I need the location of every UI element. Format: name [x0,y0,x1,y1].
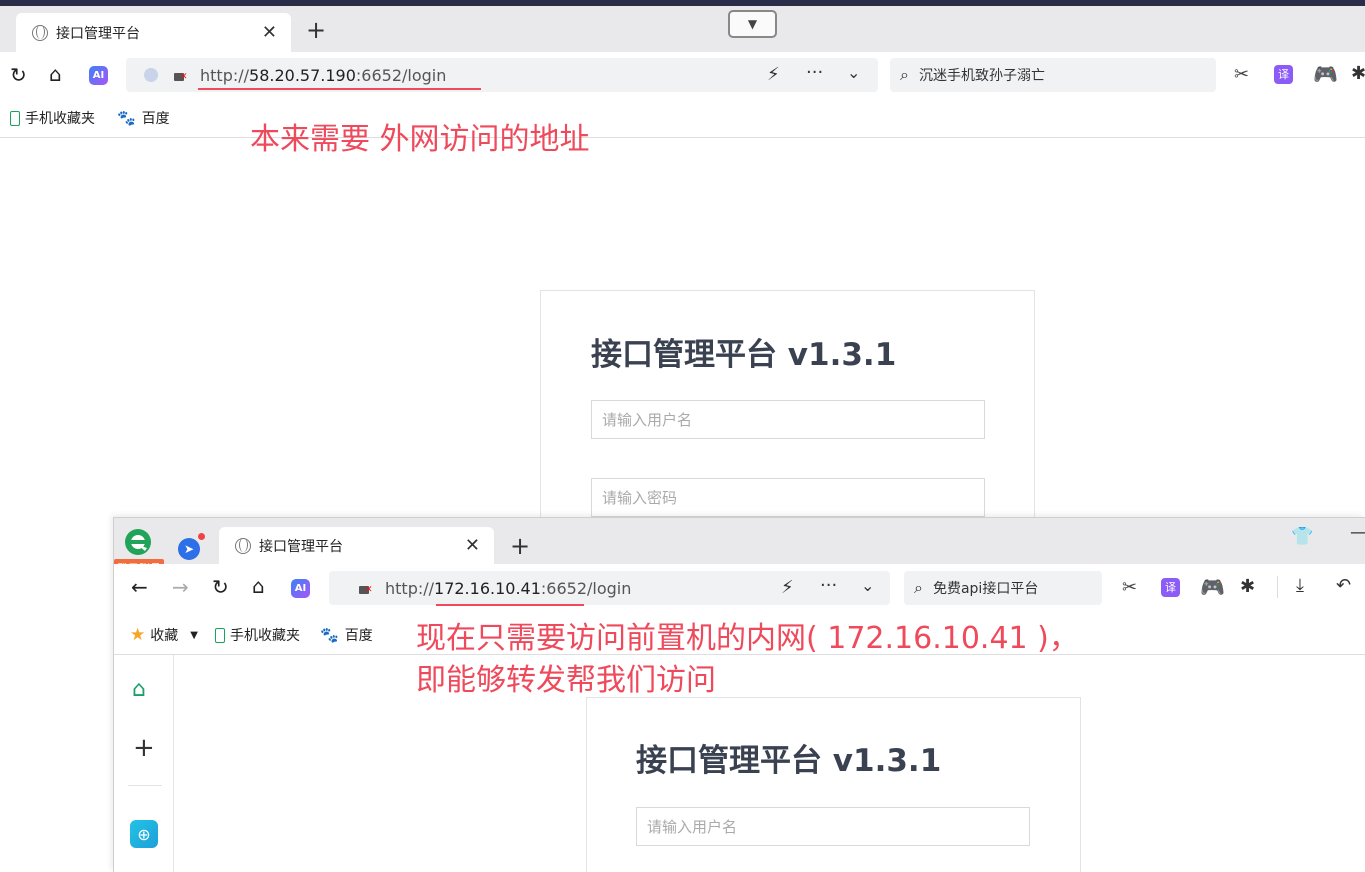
close-tab-icon[interactable]: ✕ [465,535,480,556]
chevron-down-icon[interactable]: ⌄ [861,576,874,595]
url-scheme: http:// [200,65,250,85]
bookmark-label: 百度 [344,628,373,644]
search-text: 免费api接口平台 [932,581,1039,597]
insecure-lock-icon [357,581,373,595]
front-browser-window: 登录账号 ➤ 接口管理平台 ✕ + 👕 — ← → ↻ ⌂ AI http://… [113,517,1365,872]
nav-row: ↻ ⌂ AI http://58.20.57.190:6652/login ⚡ … [0,52,1365,98]
scissors-icon[interactable]: ✂ [1122,579,1137,597]
translate-icon[interactable]: 译 [1274,65,1293,84]
baidu-paw-icon: 🐾 [320,626,339,644]
login-title: 接口管理平台 v1.3.1 [591,337,897,373]
sidebar-add-icon[interactable]: + [133,735,155,761]
globe-icon [235,537,251,554]
bookmark-label: 手机收藏夹 [230,628,300,644]
more-icon[interactable]: ··· [820,575,837,596]
url-underline [436,604,584,606]
more-icon[interactable]: ··· [806,62,823,83]
reload-icon[interactable]: ↻ [212,577,229,597]
navigate-extension-icon[interactable]: ➤ [178,538,200,560]
extensions-icon[interactable]: ✱ [1240,578,1255,596]
browser-logo-icon [122,526,156,558]
lightning-icon[interactable]: ⚡ [767,64,780,85]
notification-dot [198,533,205,540]
new-tab-button[interactable]: + [306,18,326,42]
caret-down-icon: ▼ [190,629,198,641]
phone-icon [215,627,225,643]
forward-icon[interactable]: → [172,577,189,597]
chevron-down-icon[interactable]: ⌄ [847,63,860,82]
phone-icon [10,110,20,126]
bookmark-baidu[interactable]: 🐾 百度 [320,625,373,645]
tab-title: 接口管理平台 [259,538,343,555]
url-rest: :6652/login [540,578,632,598]
annotation-intranet-line1: 现在只需要访问前置机的内网( 172.16.10.41 )， [416,621,1079,656]
bookmark-mobile[interactable]: 手机收藏夹 [215,625,300,645]
annotation-external: 本来需要 外网访问的地址 [250,122,590,157]
search-text: 沉迷手机致孙子溺亡 [918,68,1045,84]
extensions-icon[interactable]: ✱ [1351,65,1365,83]
address-bar[interactable]: http://58.20.57.190:6652/login ⚡ ··· ⌄ [126,58,878,92]
insecure-lock-icon [172,68,188,82]
translate-icon[interactable]: 译 [1161,578,1180,597]
bookmark-favorites[interactable]: ★ 收藏 ▼ [130,625,198,645]
star-icon: ★ [130,625,146,645]
username-input[interactable]: 请输入用户名 [591,400,985,439]
url-rest: :6652/login [355,65,447,85]
download-icon[interactable]: ⤓ [1296,577,1304,595]
back-icon[interactable]: ← [131,577,148,597]
sidebar-home-icon[interactable]: ⌂ [132,679,146,701]
sidebar: ⌂ + ⊕ [114,655,174,872]
search-icon: ⌕ [900,65,909,84]
toolbar-separator [1277,576,1278,598]
skin-icon[interactable]: 👕 [1291,526,1313,547]
reload-icon[interactable]: ↻ [10,65,27,85]
bookmark-mobile[interactable]: 手机收藏夹 [10,108,95,128]
password-input[interactable]: 请输入密码 [591,478,985,517]
username-input[interactable]: 请输入用户名 [636,807,1030,846]
home-icon[interactable]: ⌂ [252,576,265,596]
chevron-down-icon: ▼ [747,17,758,31]
bookmark-baidu[interactable]: 🐾 百度 [117,108,170,128]
annotation-intranet-line2: 即能够转发帮我们访问 [416,663,716,698]
bookmark-label: 收藏 [150,628,179,644]
baidu-paw-icon: 🐾 [117,109,136,127]
login-title: 接口管理平台 v1.3.1 [636,743,942,779]
undo-icon[interactable]: ↶ [1336,577,1351,595]
address-bar[interactable]: http://172.16.10.41:6652/login ⚡ ··· ⌄ [329,571,890,605]
url-host: 58.20.57.190 [249,65,356,85]
gamepad-icon[interactable]: 🎮 [1313,64,1338,84]
url-host: 172.16.10.41 [434,578,541,598]
url-underline [198,88,481,90]
new-tab-button[interactable]: + [510,534,530,558]
toolbar-divider [0,137,1365,138]
bookmark-label: 手机收藏夹 [25,111,95,127]
lightning-icon[interactable]: ⚡ [781,577,794,598]
close-tab-icon[interactable]: ✕ [262,22,277,43]
ai-icon[interactable]: AI [89,66,108,85]
ai-icon[interactable]: AI [291,579,310,598]
tab-title: 接口管理平台 [56,25,140,42]
site-icon [144,68,158,82]
sidebar-divider [128,785,162,786]
tab-collapse-button[interactable]: ▼ [728,10,777,38]
tab-active[interactable]: 接口管理平台 ✕ [16,13,291,52]
nav-row: ← → ↻ ⌂ AI http://172.16.10.41:6652/logi… [114,564,1365,610]
gamepad-icon[interactable]: 🎮 [1200,577,1225,597]
url-scheme: http:// [385,578,435,598]
search-box[interactable]: ⌕ 沉迷手机致孙子溺亡 [890,58,1216,92]
search-box[interactable]: ⌕ 免费api接口平台 [904,571,1102,605]
globe-icon [32,24,48,41]
home-icon[interactable]: ⌂ [49,64,62,84]
search-icon: ⌕ [914,578,923,597]
scissors-icon[interactable]: ✂ [1234,66,1249,84]
tab-active[interactable]: 接口管理平台 ✕ [219,527,494,564]
bookmark-label: 百度 [141,111,170,127]
minimize-icon[interactable]: — [1350,522,1365,543]
sidebar-app-icon[interactable]: ⊕ [130,820,158,848]
